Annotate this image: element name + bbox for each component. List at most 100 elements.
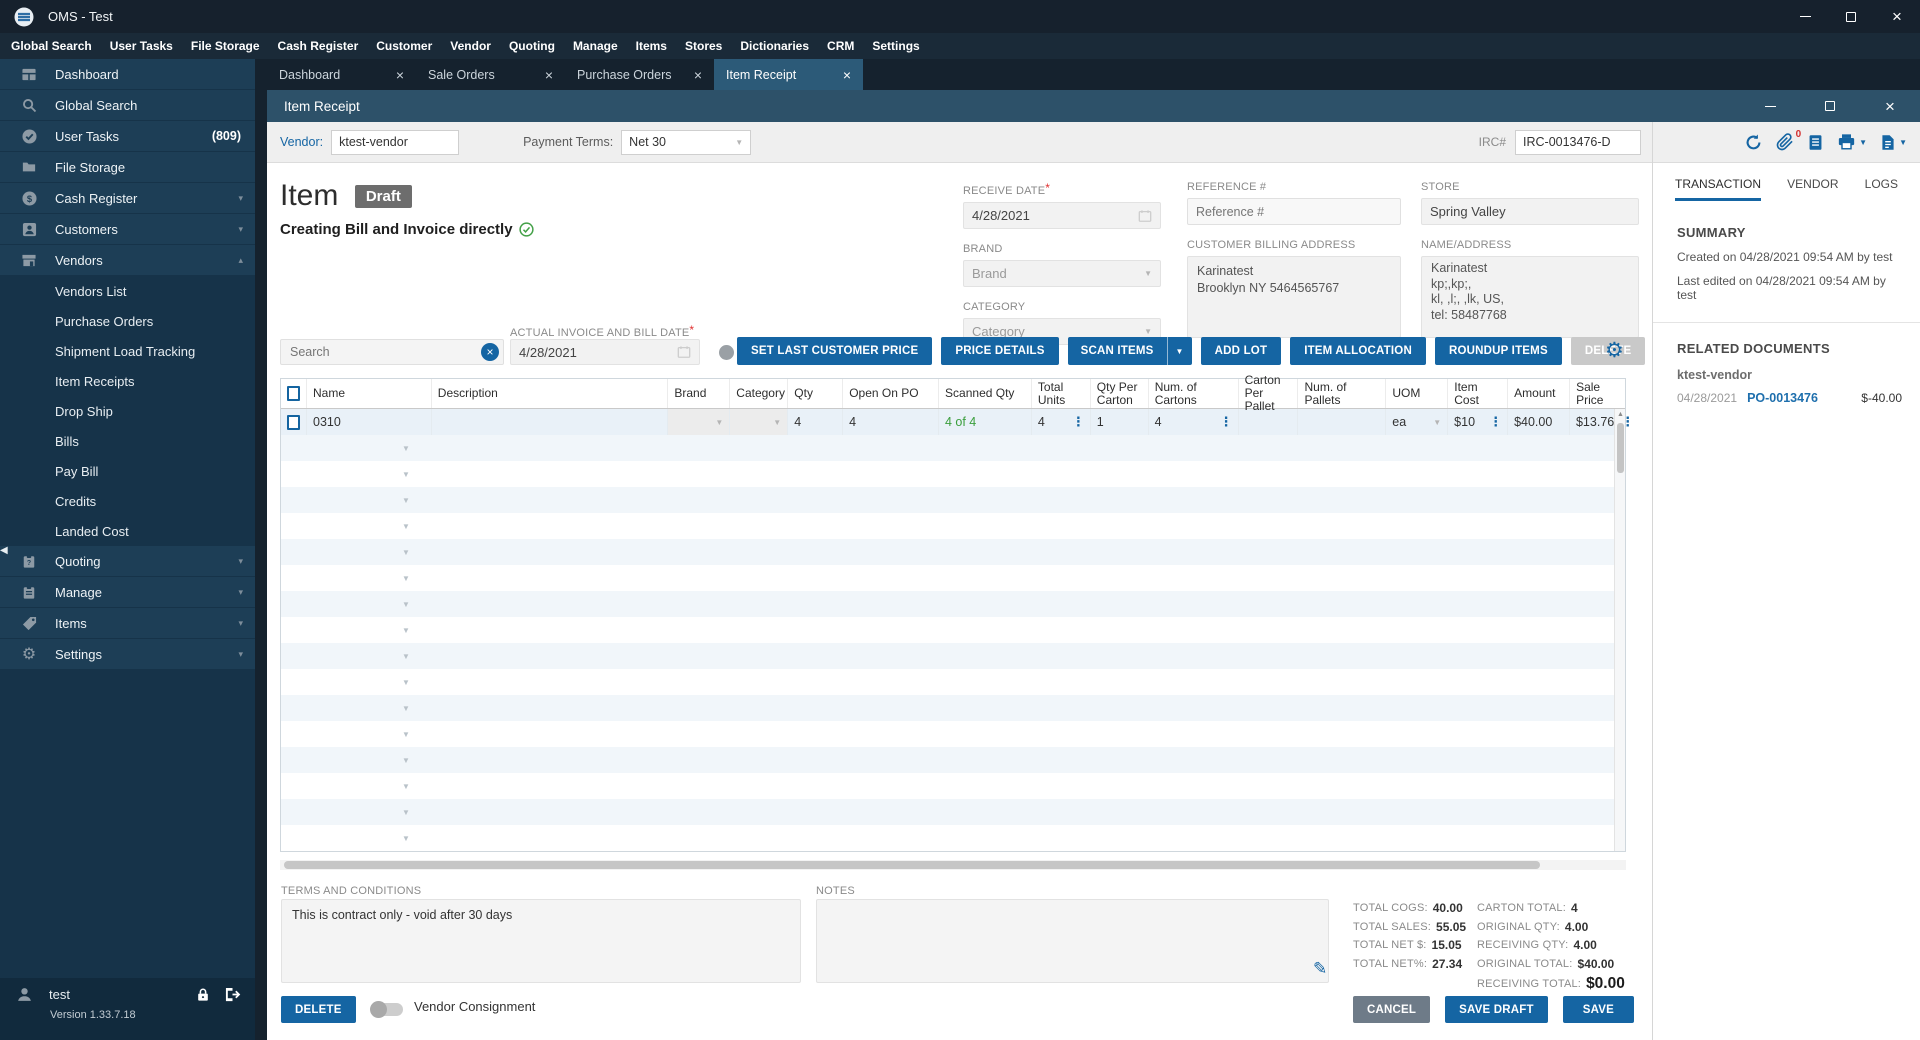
table-row-empty[interactable]: ▼ <box>281 721 1625 747</box>
payment-terms-select[interactable]: Net 30 ▼ <box>621 129 752 155</box>
item-select-caret-icon[interactable]: ▼ <box>402 574 410 583</box>
menu-customer[interactable]: Customer <box>367 33 441 59</box>
tab-purchase-orders[interactable]: Purchase Orders × <box>565 59 714 90</box>
print-icon[interactable]: ▼ <box>1837 133 1867 151</box>
cell-name[interactable]: 0310 <box>307 409 432 435</box>
reference-input[interactable] <box>1187 198 1401 225</box>
table-vertical-scrollbar[interactable]: ▲ <box>1614 409 1625 851</box>
table-row-empty[interactable]: ▼ <box>281 461 1625 487</box>
lock-icon[interactable] <box>196 987 210 1002</box>
sidebar-item-dashboard[interactable]: Dashboard <box>0 59 255 89</box>
cell-category-select[interactable]: ▼ <box>730 409 789 435</box>
edit-pencil-icon[interactable]: ✎ <box>1313 959 1327 979</box>
logout-icon[interactable] <box>224 987 241 1002</box>
table-row-empty[interactable]: ▼ <box>281 565 1625 591</box>
sidebar-item-landed-cost[interactable]: Landed Cost <box>0 516 255 546</box>
cancel-button[interactable]: CANCEL <box>1352 996 1431 1023</box>
menu-quoting[interactable]: Quoting <box>500 33 564 59</box>
mdi-restore-button[interactable] <box>1800 90 1860 122</box>
sidebar-item-customers[interactable]: Customers ▾ <box>0 214 255 244</box>
scan-items-caret-icon[interactable]: ▼ <box>1166 337 1192 365</box>
receive-date-input[interactable]: 4/28/2021 <box>963 202 1161 229</box>
menu-user-tasks[interactable]: User Tasks <box>101 33 182 59</box>
item-select-caret-icon[interactable]: ▼ <box>402 704 410 713</box>
table-horizontal-scrollbar[interactable] <box>280 860 1626 870</box>
table-row-empty[interactable]: ▼ <box>281 487 1625 513</box>
tab-transaction[interactable]: TRANSACTION <box>1675 177 1762 201</box>
table-row-empty[interactable]: ▼ <box>281 747 1625 773</box>
item-select-caret-icon[interactable]: ▼ <box>402 678 410 687</box>
item-select-caret-icon[interactable]: ▼ <box>402 600 410 609</box>
attachments-paperclip-icon[interactable]: 0 <box>1776 129 1801 151</box>
save-draft-button[interactable]: SAVE DRAFT <box>1445 996 1548 1023</box>
sidebar-item-quoting[interactable]: ? Quoting ▾ <box>0 546 255 576</box>
mdi-close-button[interactable]: × <box>1860 90 1920 122</box>
item-select-caret-icon[interactable]: ▼ <box>402 808 410 817</box>
row-expand-toggle[interactable] <box>719 345 734 360</box>
sidebar-item-pay-bill[interactable]: Pay Bill <box>0 456 255 486</box>
notes-textarea[interactable] <box>816 899 1329 983</box>
item-allocation-button[interactable]: ITEM ALLOCATION <box>1290 337 1426 365</box>
export-document-icon[interactable]: ▼ <box>1880 133 1907 152</box>
cell-num-of-cartons[interactable]: 4 ⋮ <box>1149 409 1239 435</box>
kebab-menu-icon[interactable]: ⋮ <box>1072 414 1085 430</box>
sidebar-item-manage[interactable]: Manage ▾ <box>0 577 255 607</box>
cell-brand-select[interactable]: ▼ <box>668 409 731 435</box>
menu-crm[interactable]: CRM <box>818 33 863 59</box>
item-select-caret-icon[interactable]: ▼ <box>402 496 410 505</box>
table-row-empty[interactable]: ▼ <box>281 669 1625 695</box>
table-row-empty[interactable]: ▼ <box>281 799 1625 825</box>
item-select-caret-icon[interactable]: ▼ <box>402 548 410 557</box>
irc-number-input[interactable] <box>1515 129 1641 155</box>
terms-textarea[interactable]: This is contract only - void after 30 da… <box>281 899 801 983</box>
menu-file-storage[interactable]: File Storage <box>182 33 269 59</box>
table-row-empty[interactable]: ▼ <box>281 825 1625 851</box>
menu-vendor[interactable]: Vendor <box>441 33 500 59</box>
tab-dashboard[interactable]: Dashboard × <box>267 59 416 90</box>
tab-close-icon[interactable]: × <box>545 67 553 83</box>
menu-stores[interactable]: Stores <box>676 33 731 59</box>
vendor-input[interactable] <box>331 129 460 155</box>
tab-logs[interactable]: LOGS <box>1865 177 1898 201</box>
cell-num-of-pallets[interactable] <box>1298 409 1387 435</box>
row-checkbox[interactable] <box>287 414 300 430</box>
cell-item-cost[interactable]: $10 ⋮ <box>1448 409 1509 435</box>
item-select-caret-icon[interactable]: ▼ <box>402 730 410 739</box>
sidebar-collapse-icon[interactable]: ◀ <box>0 545 8 556</box>
menu-manage[interactable]: Manage <box>564 33 627 59</box>
table-settings-gear-icon[interactable]: ⚙ <box>1605 338 1624 363</box>
store-input[interactable]: Spring Valley <box>1421 198 1639 225</box>
menu-settings[interactable]: Settings <box>863 33 928 59</box>
add-lot-button[interactable]: ADD LOT <box>1200 337 1282 365</box>
table-row-empty[interactable]: ▼ <box>281 539 1625 565</box>
window-close-button[interactable]: × <box>1874 0 1920 33</box>
sidebar-item-settings[interactable]: ⚙ Settings ▾ <box>0 639 255 669</box>
vendor-consignment-toggle[interactable] <box>370 1001 403 1018</box>
brand-select[interactable]: Brand ▼ <box>963 260 1161 287</box>
item-select-caret-icon[interactable]: ▼ <box>402 470 410 479</box>
item-select-caret-icon[interactable]: ▼ <box>402 782 410 791</box>
scrollbar-thumb[interactable] <box>284 861 1540 869</box>
cell-description[interactable] <box>432 409 669 435</box>
scroll-up-icon[interactable]: ▲ <box>1617 411 1624 418</box>
sidebar-item-credits[interactable]: Credits <box>0 486 255 516</box>
cell-qty[interactable]: 4 <box>788 409 844 435</box>
price-details-button[interactable]: PRICE DETAILS <box>941 337 1059 365</box>
sidebar-item-file-storage[interactable]: File Storage <box>0 152 255 182</box>
item-select-caret-icon[interactable]: ▼ <box>402 652 410 661</box>
save-button[interactable]: SAVE <box>1562 996 1634 1023</box>
table-row[interactable]: 0310 ▼ ▼ 4 4 4 of 4 4 ⋮ 1 4 ⋮ ea ▼ $10 ⋮ $40… <box>281 409 1634 435</box>
sidebar-item-vendors[interactable]: Vendors ▴ <box>0 245 255 275</box>
cell-qty-per-carton[interactable]: 1 <box>1091 409 1149 435</box>
sidebar-item-bills[interactable]: Bills <box>0 426 255 456</box>
tab-close-icon[interactable]: × <box>396 67 404 83</box>
tab-item-receipt[interactable]: Item Receipt × <box>714 59 863 90</box>
tab-vendor[interactable]: VENDOR <box>1787 177 1838 201</box>
roundup-items-button[interactable]: ROUNDUP ITEMS <box>1434 337 1562 365</box>
table-row-empty[interactable]: ▼ <box>281 617 1625 643</box>
receipt-list-icon[interactable] <box>1807 133 1824 152</box>
table-row-empty[interactable]: ▼ <box>281 435 1625 461</box>
table-row-empty[interactable]: ▼ <box>281 695 1625 721</box>
cell-uom-select[interactable]: ea ▼ <box>1386 409 1449 435</box>
menu-dictionaries[interactable]: Dictionaries <box>731 33 818 59</box>
